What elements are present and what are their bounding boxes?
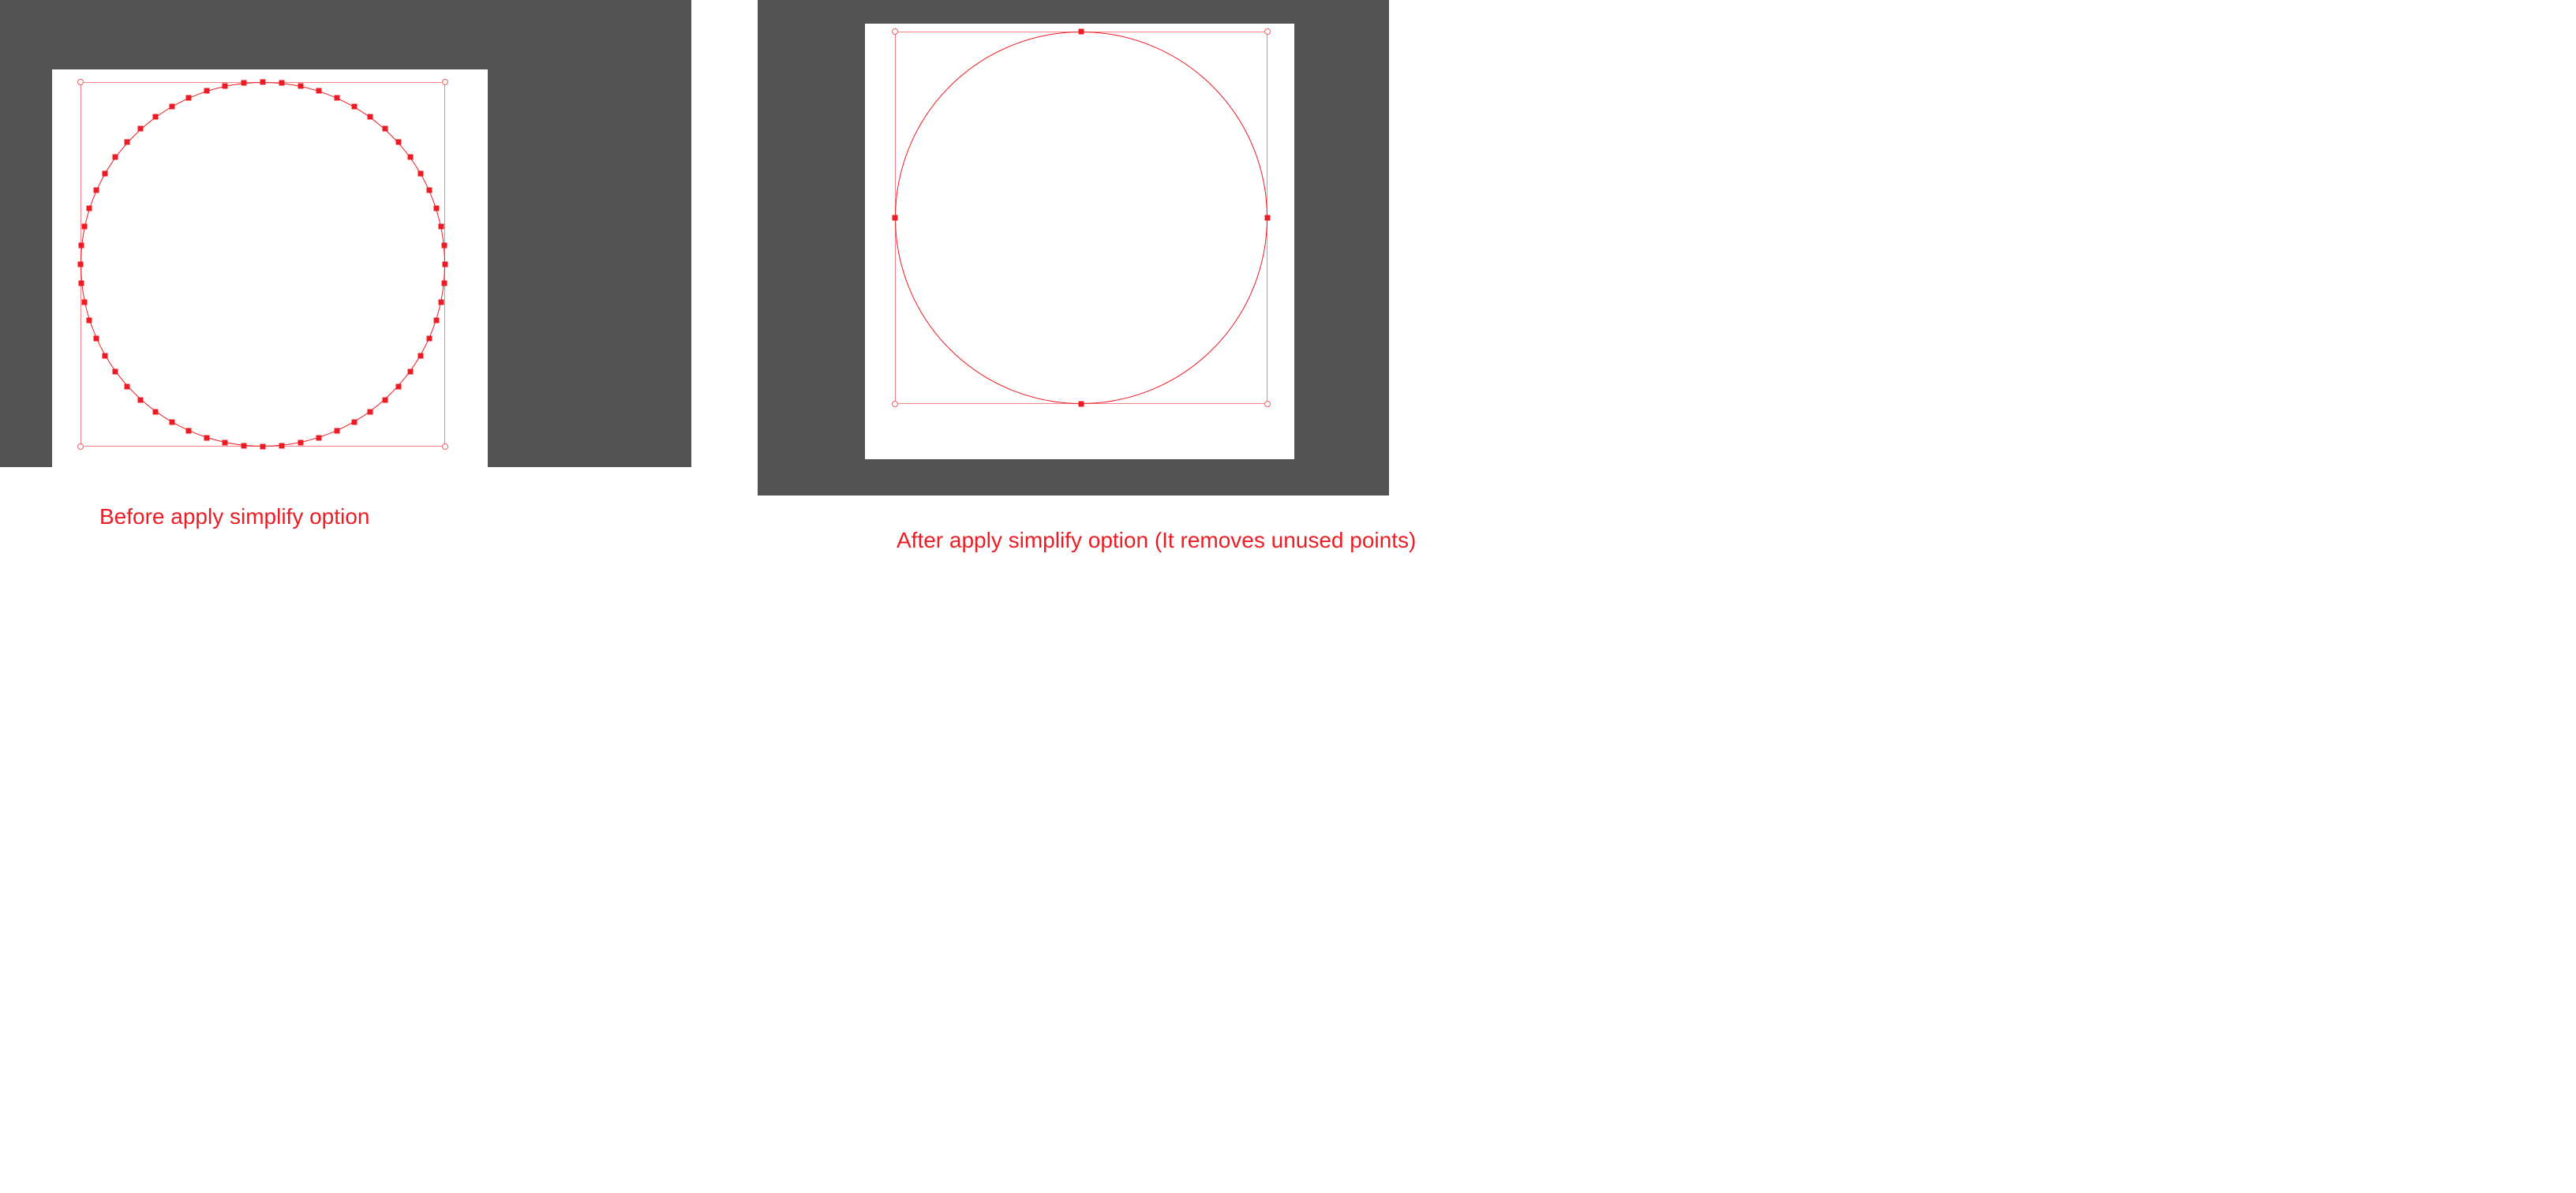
before-anchor-point[interactable] [367, 409, 373, 414]
before-anchor-point[interactable] [334, 95, 339, 100]
before-anchor-point[interactable] [138, 397, 144, 402]
before-anchor-point[interactable] [260, 444, 266, 450]
before-anchor-point[interactable] [241, 80, 246, 86]
before-anchor-point[interactable] [418, 170, 424, 176]
after-anchor-point[interactable] [1079, 402, 1084, 407]
before-anchor-point[interactable] [298, 439, 304, 445]
before-anchor-point[interactable] [102, 353, 107, 358]
before-anchor-point[interactable] [382, 397, 388, 402]
after-bbox-handle-bl[interactable] [892, 401, 898, 407]
before-anchor-point[interactable] [351, 420, 357, 425]
before-anchor-point[interactable] [298, 84, 304, 89]
before-bbox-handle-bl[interactable] [77, 443, 84, 450]
after-anchor-point[interactable] [1265, 215, 1271, 221]
before-anchor-point[interactable] [125, 383, 130, 389]
before-anchor-point[interactable] [204, 88, 209, 94]
before-anchor-point[interactable] [169, 103, 174, 109]
before-anchor-point[interactable] [316, 435, 322, 440]
before-anchor-point[interactable] [153, 114, 159, 120]
before-anchor-point[interactable] [334, 428, 339, 434]
before-anchor-point[interactable] [395, 383, 401, 389]
before-anchor-point[interactable] [204, 435, 209, 440]
before-anchor-point[interactable] [222, 84, 227, 89]
caption-after: After apply simplify option (It removes … [897, 527, 1416, 554]
after-bbox-handle-tl[interactable] [892, 28, 898, 35]
before-anchor-point[interactable] [351, 103, 357, 109]
before-anchor-point[interactable] [82, 300, 88, 305]
before-anchor-point[interactable] [169, 420, 174, 425]
before-bbox-handle-tl[interactable] [77, 79, 84, 85]
before-anchor-point[interactable] [427, 188, 432, 193]
before-anchor-point[interactable] [93, 335, 99, 341]
before-anchor-point[interactable] [241, 443, 246, 448]
before-anchor-point[interactable] [438, 300, 444, 305]
before-anchor-point[interactable] [186, 428, 192, 434]
after-bbox-handle-br[interactable] [1264, 401, 1271, 407]
before-anchor-point[interactable] [113, 155, 118, 160]
before-bbox-handle-tr[interactable] [442, 79, 448, 85]
after-anchor-point[interactable] [893, 215, 898, 221]
before-anchor-point[interactable] [78, 262, 84, 267]
before-anchor-point[interactable] [441, 281, 447, 286]
before-anchor-point[interactable] [138, 126, 144, 132]
before-anchor-point[interactable] [87, 205, 92, 211]
caption-before: Before apply simplify option [99, 503, 369, 530]
before-anchor-point[interactable] [113, 368, 118, 374]
after-anchor-point[interactable] [1079, 29, 1084, 35]
before-anchor-point[interactable] [82, 223, 88, 229]
before-anchor-point[interactable] [441, 242, 447, 248]
before-anchor-point[interactable] [222, 439, 227, 445]
before-anchor-point[interactable] [427, 335, 432, 341]
before-anchor-point[interactable] [153, 409, 159, 414]
before-anchor-point[interactable] [93, 188, 99, 193]
before-anchor-point[interactable] [407, 368, 413, 374]
circle-path-after[interactable] [895, 32, 1267, 404]
before-anchor-point[interactable] [433, 205, 439, 211]
before-anchor-point[interactable] [102, 170, 107, 176]
before-anchor-point[interactable] [418, 353, 424, 358]
circle-path-before[interactable] [80, 82, 445, 447]
before-anchor-point[interactable] [433, 318, 439, 323]
before-anchor-point[interactable] [395, 140, 401, 145]
before-anchor-point[interactable] [279, 443, 285, 448]
comparison-viewport: Before apply simplify option After apply… [0, 0, 2576, 1193]
before-anchor-point[interactable] [382, 126, 388, 132]
before-anchor-point[interactable] [407, 155, 413, 160]
before-anchor-point[interactable] [186, 95, 192, 100]
before-bbox-handle-br[interactable] [442, 443, 448, 450]
before-anchor-point[interactable] [367, 114, 373, 120]
before-anchor-point[interactable] [79, 242, 84, 248]
before-anchor-point[interactable] [443, 262, 448, 267]
before-anchor-point[interactable] [279, 80, 285, 86]
before-anchor-point[interactable] [79, 281, 84, 286]
after-bbox-handle-tr[interactable] [1264, 28, 1271, 35]
before-anchor-point[interactable] [438, 223, 444, 229]
before-anchor-point[interactable] [125, 140, 130, 145]
before-anchor-point[interactable] [316, 88, 322, 94]
before-anchor-point[interactable] [87, 318, 92, 323]
before-anchor-point[interactable] [260, 80, 266, 85]
